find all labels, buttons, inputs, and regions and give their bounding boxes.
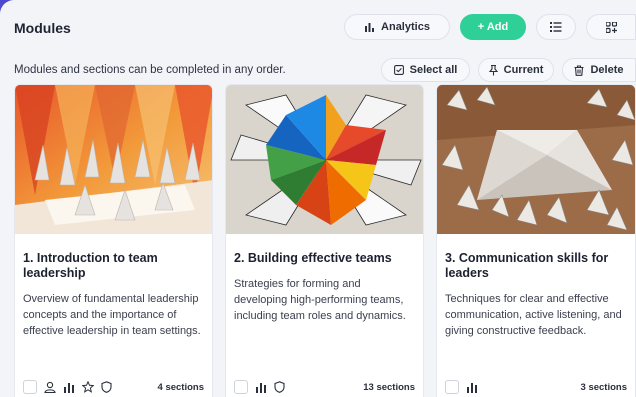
add-label: + Add [477,21,509,33]
trash-icon [574,64,584,76]
current-label: Current [503,64,544,76]
bar-chart-icon [364,22,375,32]
chart-icon [254,381,267,394]
module-footer: 13 sections [234,379,415,395]
completion-hint: Modules and sections can be completed in… [14,64,286,76]
analytics-button[interactable]: Analytics [344,14,450,40]
user-icon [43,381,56,394]
current-button[interactable]: Current [478,58,554,82]
select-all-label: Select all [409,64,458,76]
module-title: 3. Communication skills for leaders [445,251,609,280]
grid-icon [605,21,617,33]
module-description: Overview of fundamental leadership conce… [23,293,201,337]
section-count: 13 sections [363,381,415,393]
section-count: 3 sections [580,381,627,393]
add-button[interactable]: + Add [460,14,526,40]
star-icon [81,381,94,394]
module-thumbnail [226,85,423,234]
chart-icon [465,381,478,394]
shield-icon [273,381,286,394]
header-actions: Analytics + Add [344,14,636,40]
module-footer: 3 sections [445,379,627,395]
module-thumbnail [15,85,212,234]
delete-label: Delete [590,64,624,76]
module-description: Strategies for forming and developing hi… [234,278,406,322]
module-cards: 1. Introduction to team leadership Overv… [14,84,636,397]
module-card[interactable]: 2. Building effective teams Strategies f… [225,84,424,397]
module-card[interactable]: 1. Introduction to team leadership Overv… [14,84,213,397]
module-description: Techniques for clear and effective commu… [445,293,622,337]
chart-icon [62,381,75,394]
module-title: 1. Introduction to team leadership [23,251,158,280]
module-thumbnail [437,85,635,234]
selection-actions: Select all Current Delete [381,58,636,82]
module-checkbox[interactable] [23,380,37,394]
checkbox-check-icon [393,65,404,75]
page-title: Modules [14,20,71,36]
modules-panel: Modules Analytics + Add Modules and sect… [0,0,636,397]
module-footer: 4 sections [23,379,204,395]
analytics-label: Analytics [381,21,430,33]
pin-icon [488,64,498,76]
module-checkbox[interactable] [234,380,248,394]
section-count: 4 sections [157,381,204,393]
module-title: 2. Building effective teams [234,251,392,265]
grid-view-button[interactable] [586,14,636,40]
shield-icon [100,381,113,394]
list-icon [550,22,562,32]
toolbar-row: Modules and sections can be completed in… [14,58,636,82]
list-view-button[interactable] [536,14,576,40]
delete-button[interactable]: Delete [562,58,636,82]
header-row: Modules Analytics + Add [14,14,636,42]
module-card[interactable]: 3. Communication skills for leaders Tech… [436,84,636,397]
select-all-button[interactable]: Select all [381,58,470,82]
module-checkbox[interactable] [445,380,459,394]
